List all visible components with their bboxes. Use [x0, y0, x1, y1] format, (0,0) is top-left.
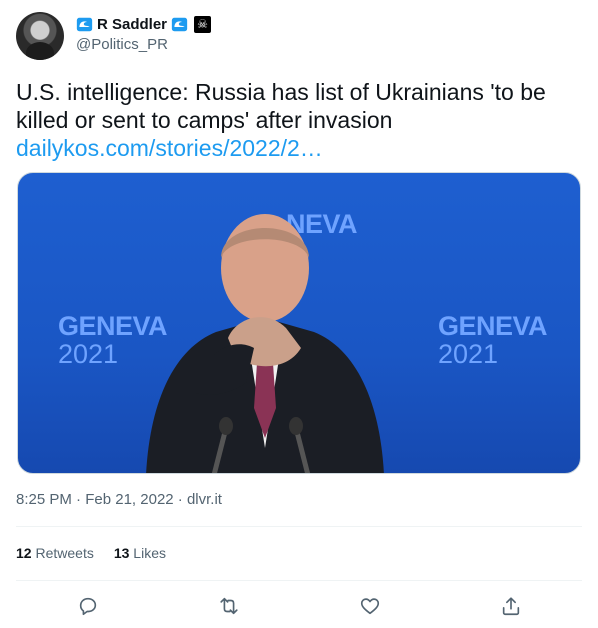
meta-separator: ·: [71, 491, 86, 508]
like-button[interactable]: [353, 590, 387, 622]
likes-label: Likes: [133, 545, 166, 561]
tweet-stats: 12 Retweets 13 Likes: [16, 545, 166, 561]
retweets-count: 12: [16, 545, 32, 561]
pirate-flag-icon: ☠: [194, 15, 212, 33]
backdrop-text-right: GENEVA: [438, 311, 548, 341]
retweets-stat[interactable]: 12 Retweets: [16, 545, 94, 561]
author-name[interactable]: R Saddler: [97, 16, 167, 33]
divider: [16, 526, 582, 527]
backdrop-year-left: 2021: [58, 339, 119, 369]
wave-icon: [76, 17, 93, 31]
backdrop-year-right: 2021: [438, 339, 499, 369]
author-name-row: R Saddler ☠: [76, 14, 212, 34]
meta-separator: ·: [173, 491, 187, 508]
tweet-media-image[interactable]: NEVA GENEVA 2021 GENEVA 2021: [17, 172, 581, 474]
like-icon: [360, 598, 380, 615]
retweets-label: Retweets: [35, 545, 94, 561]
retweet-button[interactable]: [212, 590, 246, 622]
reply-icon: [79, 597, 97, 616]
retweet-icon: [220, 597, 238, 615]
likes-stat[interactable]: 13 Likes: [114, 545, 166, 561]
tweet-time[interactable]: 8:25 PM: [16, 491, 72, 508]
tweet-text: U.S. intelligence: Russia has list of Uk…: [16, 79, 546, 133]
divider: [16, 580, 582, 581]
action-bar: [0, 590, 598, 622]
wave-icon: [171, 17, 188, 31]
share-button[interactable]: [494, 590, 528, 622]
avatar[interactable]: [16, 12, 64, 60]
tweet-source[interactable]: dlvr.it: [187, 491, 222, 508]
reply-button[interactable]: [71, 590, 105, 622]
author-handle[interactable]: @Politics_PR: [76, 36, 168, 53]
likes-count: 13: [113, 545, 130, 561]
share-icon: [502, 597, 520, 616]
speaker-figure: [146, 214, 384, 473]
tweet-date[interactable]: Feb 21, 2022: [85, 491, 173, 508]
tweet-link[interactable]: dailykos.com/stories/2022/2…: [16, 134, 323, 162]
tweet-meta: 8:25 PM · Feb 21, 2022 · dlvr.it: [16, 491, 222, 508]
